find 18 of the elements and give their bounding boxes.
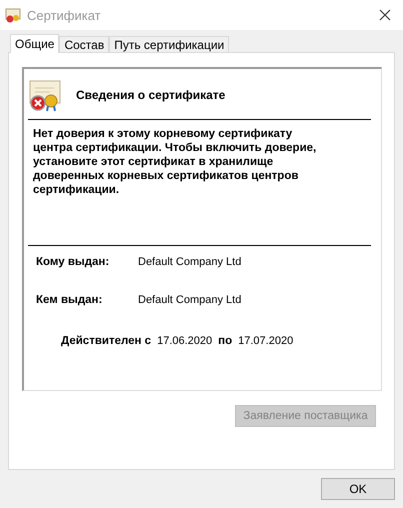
validity-label: Действителен с (61, 335, 152, 347)
section-heading: Сведения о сертификате (76, 88, 226, 102)
untrusted-certificate-icon (28, 78, 62, 112)
close-icon[interactable] (379, 9, 391, 21)
window-title: Сертификат (27, 8, 101, 22)
tab[interactable]: Общие (10, 34, 60, 53)
valid-to-date: 17.07.2020 (238, 335, 294, 347)
field-label: Кем выдан: (36, 294, 104, 308)
valid-from-date: 17.06.2020 (157, 335, 212, 347)
field-value: Default Company Ltd (138, 294, 242, 308)
ok-button[interactable]: OK (321, 478, 395, 500)
certificate-icon (5, 7, 21, 23)
validity-label: по (218, 335, 232, 347)
field-value: Default Company Ltd (138, 256, 242, 270)
tab[interactable]: Состав (59, 36, 110, 52)
field-label: Кому выдан: (36, 256, 110, 270)
trust-warning: Нет доверия к этому корневому сертификату центра сертификации. Чтобы включить доверие, установите этот сертификат в хранилище доверенных корневых сертификатов центров сертификации. (33, 127, 318, 197)
tab[interactable]: Путь сертификации (109, 36, 230, 52)
